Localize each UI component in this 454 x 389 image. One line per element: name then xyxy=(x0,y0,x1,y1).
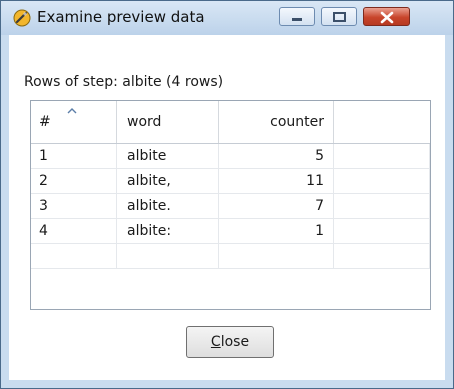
cell-num: 3 xyxy=(31,194,117,218)
rows-label: Rows of step: albite (4 rows) xyxy=(24,74,224,90)
column-header-empty xyxy=(334,101,430,143)
cell-num xyxy=(31,244,117,268)
cell-counter: 5 xyxy=(219,144,334,168)
table-row[interactable]: 3 albite. 7 xyxy=(31,194,430,219)
table-row[interactable]: 4 albite: 1 xyxy=(31,219,430,244)
cell-empty xyxy=(334,219,430,243)
table-row-empty[interactable] xyxy=(31,244,430,269)
window-title: Examine preview data xyxy=(37,8,205,26)
maximize-icon xyxy=(333,12,346,22)
minimize-icon xyxy=(292,18,302,21)
cell-counter: 11 xyxy=(219,169,334,193)
column-header-word[interactable]: word xyxy=(117,101,219,143)
cell-empty xyxy=(334,244,430,268)
close-button[interactable]: Close xyxy=(186,326,274,358)
title-bar[interactable]: Examine preview data xyxy=(1,1,453,35)
cell-counter: 7 xyxy=(219,194,334,218)
cell-counter: 1 xyxy=(219,219,334,243)
spoon-icon xyxy=(13,9,31,27)
maximize-button[interactable] xyxy=(321,7,357,26)
cell-word: albite xyxy=(117,144,219,168)
close-button-label: lose xyxy=(220,334,250,350)
cell-num: 2 xyxy=(31,169,117,193)
cell-word: albite. xyxy=(117,194,219,218)
cell-num: 1 xyxy=(31,144,117,168)
close-window-button[interactable] xyxy=(363,7,410,26)
cell-counter xyxy=(219,244,334,268)
cell-empty xyxy=(334,194,430,218)
column-header-num[interactable]: # xyxy=(31,101,117,143)
cell-word: albite, xyxy=(117,169,219,193)
minimize-button[interactable] xyxy=(279,7,315,26)
close-button-mnemonic: C xyxy=(210,334,221,350)
close-icon xyxy=(380,11,394,24)
cell-num: 4 xyxy=(31,219,117,243)
cell-word xyxy=(117,244,219,268)
column-header-counter[interactable]: counter xyxy=(219,101,334,143)
sort-ascending-icon xyxy=(67,108,77,114)
table-row[interactable]: 2 albite, 11 xyxy=(31,169,430,194)
table-row[interactable]: 1 albite 5 xyxy=(31,144,430,169)
table-header: # word counter xyxy=(31,101,430,144)
preview-table[interactable]: # word counter 1 albite 5 2 albite, 11 3… xyxy=(30,100,431,310)
cell-empty xyxy=(334,169,430,193)
cell-empty xyxy=(334,144,430,168)
cell-word: albite: xyxy=(117,219,219,243)
